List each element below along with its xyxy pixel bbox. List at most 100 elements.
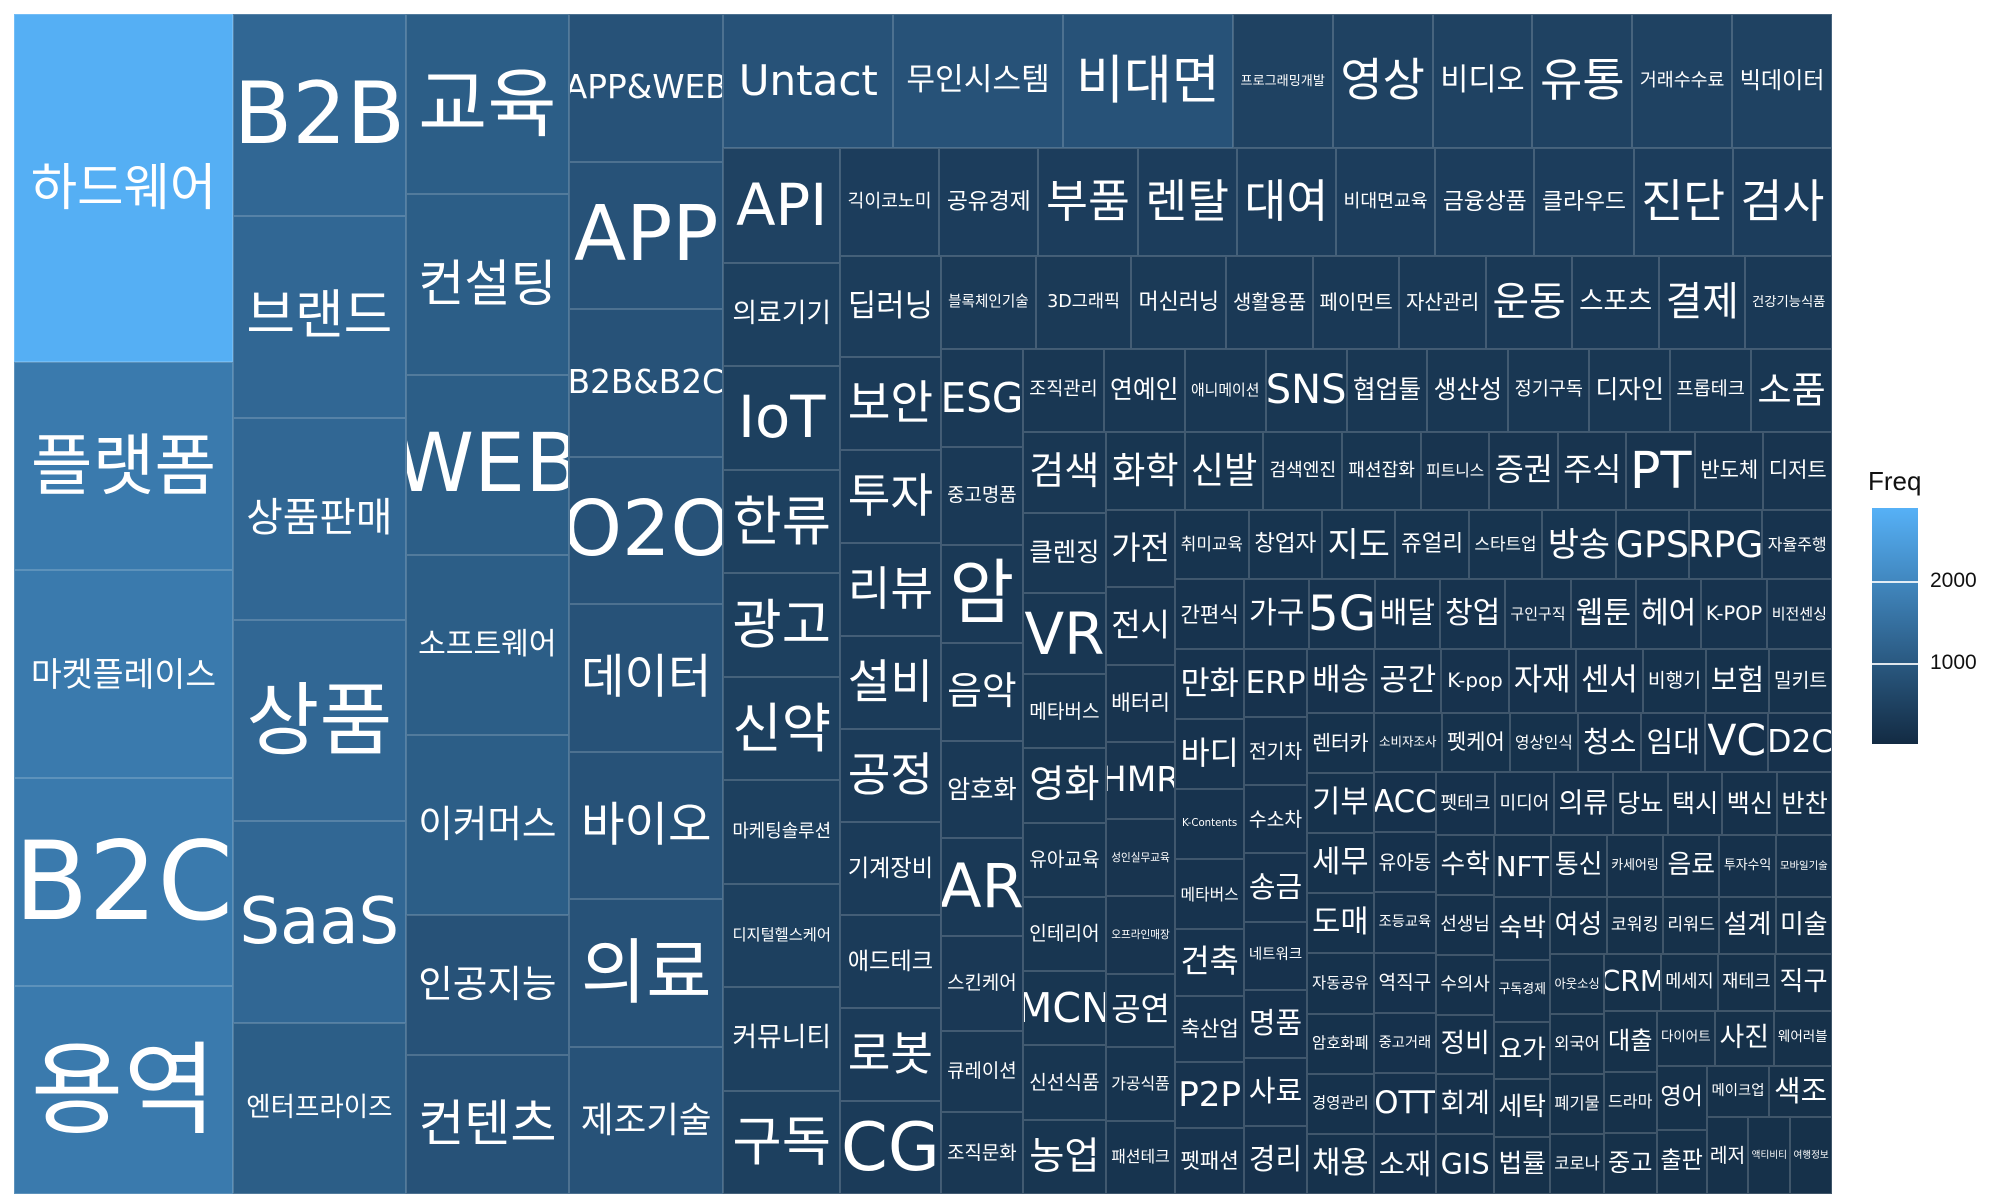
- treemap-tile: 결제: [1658, 256, 1746, 349]
- treemap-tile: 반찬: [1777, 771, 1832, 836]
- legend-tick-mark: [1872, 581, 1918, 584]
- treemap-tile: VR: [1022, 593, 1106, 674]
- treemap-tile-label: 가구: [1249, 596, 1305, 632]
- treemap-tile: 미디어: [1494, 771, 1554, 836]
- treemap-tile-label: 스킨케어: [947, 972, 1017, 995]
- treemap-tile-label: 유아동: [1378, 850, 1432, 874]
- treemap-tile: 피트니스: [1420, 431, 1490, 510]
- treemap-tile: 빅데이터: [1732, 14, 1832, 149]
- treemap-tile: 3D그래픽: [1035, 256, 1132, 349]
- treemap-tile-label: 레저: [1709, 1143, 1746, 1167]
- treemap-tile-label: 신선식품: [1029, 1071, 1100, 1095]
- treemap-tile-label: IoT: [738, 384, 826, 452]
- treemap-tile: O2O: [569, 456, 724, 604]
- treemap-tile-label: 리워드: [1667, 915, 1715, 936]
- treemap-tile-label: 기계장비: [847, 854, 934, 882]
- treemap-tile-label: 프로그래밍개발: [1240, 73, 1325, 89]
- treemap-tile-label: 의료: [580, 931, 712, 1015]
- treemap-tile: 비행기: [1642, 649, 1706, 713]
- treemap-tile: 렌터카: [1306, 712, 1374, 773]
- treemap-tile: 애드테크: [839, 915, 941, 1009]
- treemap-tile: 디지털헬스케어: [723, 883, 840, 988]
- treemap-tile: 영화: [1022, 748, 1106, 823]
- treemap-tile: 전기차: [1244, 717, 1307, 786]
- treemap-tile: 투자: [839, 450, 941, 544]
- treemap-tile-label: 반도체: [1700, 458, 1759, 483]
- treemap-tile: 의료: [569, 899, 724, 1047]
- treemap-tile: 자동공유: [1306, 953, 1374, 1014]
- treemap-chart: 하드웨어 플랫폼 마켓플레이스 B2C 용역 B2B 브랜드 상품판매 상품 SaaS 엔터프라이즈…: [14, 14, 1832, 1194]
- treemap-tile: 건축: [1175, 929, 1245, 996]
- treemap-tile: 미술: [1775, 897, 1832, 955]
- treemap-tile-label: 암호화폐: [1312, 1033, 1369, 1052]
- treemap-tile: 당뇨: [1612, 771, 1668, 836]
- treemap-tile-label: 대출: [1607, 1027, 1653, 1056]
- treemap-tile-label: 로봇: [847, 1027, 934, 1082]
- treemap-tile: 생산성: [1427, 349, 1509, 432]
- treemap-tile: CRM: [1603, 954, 1661, 1011]
- treemap-tile: APP: [569, 161, 724, 309]
- treemap-tile: 소품: [1751, 349, 1832, 432]
- treemap-tile: 센서: [1575, 649, 1643, 713]
- treemap-tile-label: 구독경제: [1498, 982, 1546, 998]
- treemap-tile-label: 페이먼트: [1319, 290, 1393, 314]
- treemap-tile: 메세지: [1660, 954, 1718, 1011]
- treemap-tile-label: 오프라인매장: [1111, 928, 1170, 941]
- treemap-tile-label: 세무: [1312, 844, 1369, 880]
- treemap-tile: 중고: [1603, 1132, 1657, 1194]
- treemap-tile-label: 바디: [1180, 735, 1239, 772]
- treemap-tile: 디자인: [1589, 349, 1671, 432]
- treemap-tile: 암: [940, 544, 1023, 643]
- treemap-tile-label: 전시: [1111, 605, 1170, 644]
- treemap-tile-label: 밀키트: [1773, 669, 1828, 693]
- treemap-tile-label: 영어: [1660, 1084, 1703, 1111]
- treemap-tile-label: 아웃소싱: [1554, 977, 1600, 992]
- treemap-tile: PT: [1626, 431, 1695, 510]
- treemap-tile-label: 펫테크: [1440, 792, 1491, 814]
- treemap-tile: NFT: [1494, 835, 1551, 898]
- treemap-tile-label: 송금: [1248, 870, 1303, 904]
- treemap-tile: 사진: [1715, 1010, 1774, 1066]
- treemap-tile-label: 대여: [1244, 175, 1329, 229]
- treemap-tile-label: 검색: [1029, 450, 1100, 495]
- treemap-tile: 세탁: [1494, 1079, 1551, 1137]
- treemap-tile-label: 암: [949, 552, 1015, 635]
- treemap-tile-label: 요가: [1498, 1034, 1546, 1065]
- treemap-tile: 쥬얼리: [1395, 510, 1469, 580]
- treemap-tile-label: 투자수익: [1723, 857, 1772, 873]
- legend-tick-label: 1000: [1930, 650, 1977, 674]
- treemap-tile: 운동: [1485, 256, 1573, 349]
- treemap-tile-label: 비디오: [1440, 62, 1525, 98]
- treemap-tile: 가구: [1244, 579, 1310, 650]
- treemap-tile-label: 중고거래: [1378, 1035, 1432, 1052]
- treemap-tile: 택시: [1667, 771, 1723, 836]
- treemap-tile-label: 당뇨: [1617, 789, 1664, 819]
- treemap-tile-label: 소품: [1757, 367, 1826, 412]
- treemap-tile-label: SNS: [1265, 367, 1347, 414]
- treemap-tile: K-POP: [1701, 579, 1767, 650]
- treemap-tile-label: CG: [841, 1107, 940, 1186]
- treemap-tile-label: 소비자조사: [1379, 734, 1437, 750]
- treemap-tile: 공정: [839, 729, 941, 823]
- treemap-tile: 출판: [1656, 1129, 1707, 1194]
- treemap-tile-label: 미술: [1779, 909, 1828, 940]
- treemap-tile-label: GIS: [1440, 1146, 1490, 1181]
- treemap-tile: 검색: [1022, 431, 1106, 513]
- treemap-tile-label: 자산관리: [1406, 290, 1480, 314]
- treemap-tile-label: 암호화: [947, 774, 1017, 804]
- treemap-tile: B2B: [233, 14, 406, 216]
- treemap-tile: 플랫폼: [14, 362, 234, 571]
- treemap-tile-label: 데이터: [580, 650, 712, 706]
- treemap-tile: 인공지능: [405, 915, 570, 1055]
- treemap-tile: ESG: [940, 349, 1023, 447]
- treemap-tile: 축산업: [1175, 995, 1245, 1062]
- treemap-tile-label: 5G: [1309, 585, 1375, 642]
- treemap-tile: 마케팅솔루션: [723, 780, 840, 884]
- treemap-tile-label: 엔터프라이즈: [246, 1092, 393, 1124]
- treemap-tile-label: 중고: [1607, 1149, 1653, 1178]
- treemap-tile-label: 펫케어: [1447, 729, 1505, 754]
- treemap-tile: 통신: [1550, 835, 1607, 898]
- treemap-tile-label: RPG: [1689, 522, 1763, 566]
- treemap-tile-label: 경영관리: [1312, 1094, 1369, 1113]
- treemap-tile-label: 의류: [1558, 788, 1609, 820]
